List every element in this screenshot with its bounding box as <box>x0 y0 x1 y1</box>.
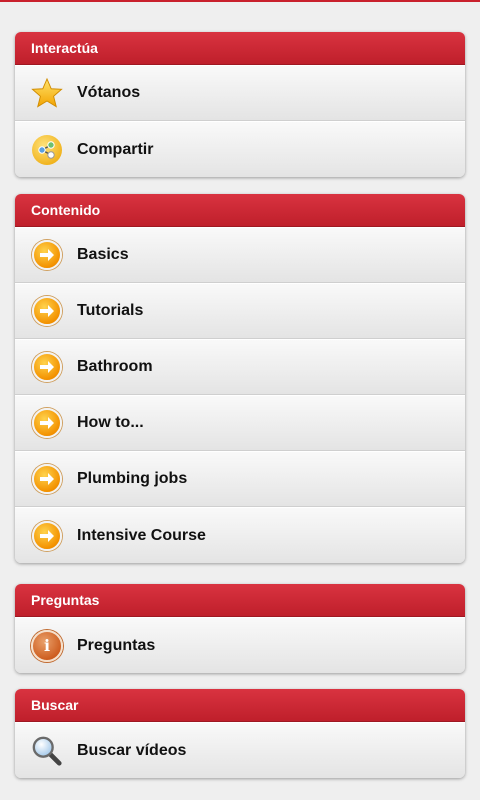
top-accent-line <box>0 0 480 2</box>
menu-item-label: How to... <box>77 414 144 431</box>
arrow-right-icon <box>31 239 63 271</box>
menu-item-intensive-course[interactable]: Intensive Course <box>15 507 465 563</box>
menu-item-plumbing-jobs[interactable]: Plumbing jobs <box>15 451 465 507</box>
arrow-right-icon <box>31 407 63 439</box>
menu-item-label: Intensive Course <box>77 526 206 544</box>
section-header: Preguntas <box>15 584 465 617</box>
section-preguntas: Preguntas i Preguntas <box>15 584 465 673</box>
arrow-right-icon <box>31 351 63 383</box>
arrow-right-icon <box>31 463 63 495</box>
menu-item-compartir[interactable]: Compartir <box>15 121 465 177</box>
section-header: Interactúa <box>15 32 465 65</box>
arrow-right-icon <box>31 520 63 552</box>
info-icon: i <box>31 629 63 662</box>
section-header: Contenido <box>15 194 465 227</box>
menu-item-votanos[interactable]: Vótanos <box>15 65 465 121</box>
menu-item-label: Compartir <box>77 140 154 158</box>
menu-item-label: Basics <box>77 246 129 263</box>
menu-item-label: Bathroom <box>77 358 153 375</box>
arrow-right-icon <box>31 295 63 327</box>
menu-item-how-to[interactable]: How to... <box>15 395 465 451</box>
menu-item-tutorials[interactable]: Tutorials <box>15 283 465 339</box>
menu-item-buscar-videos[interactable]: Buscar vídeos <box>15 722 465 778</box>
section-contenido: Contenido Basics Tutorials Bathroom How … <box>15 194 465 563</box>
menu-item-preguntas[interactable]: i Preguntas <box>15 617 465 673</box>
search-icon <box>31 735 63 767</box>
menu-item-label: Tutorials <box>77 302 144 319</box>
menu-item-label: Plumbing jobs <box>77 470 188 487</box>
menu-item-bathroom[interactable]: Bathroom <box>15 339 465 395</box>
share-icon <box>31 134 63 166</box>
section-header: Buscar <box>15 689 465 722</box>
section-buscar: Buscar Buscar vídeos <box>15 689 465 778</box>
menu-item-basics[interactable]: Basics <box>15 227 465 283</box>
menu-item-label: Preguntas <box>77 636 156 654</box>
menu-item-label: Buscar vídeos <box>77 741 187 759</box>
section-interactua: Interactúa Vótanos Compartir <box>15 32 465 177</box>
menu-item-label: Vótanos <box>77 84 141 101</box>
star-icon <box>31 77 63 109</box>
